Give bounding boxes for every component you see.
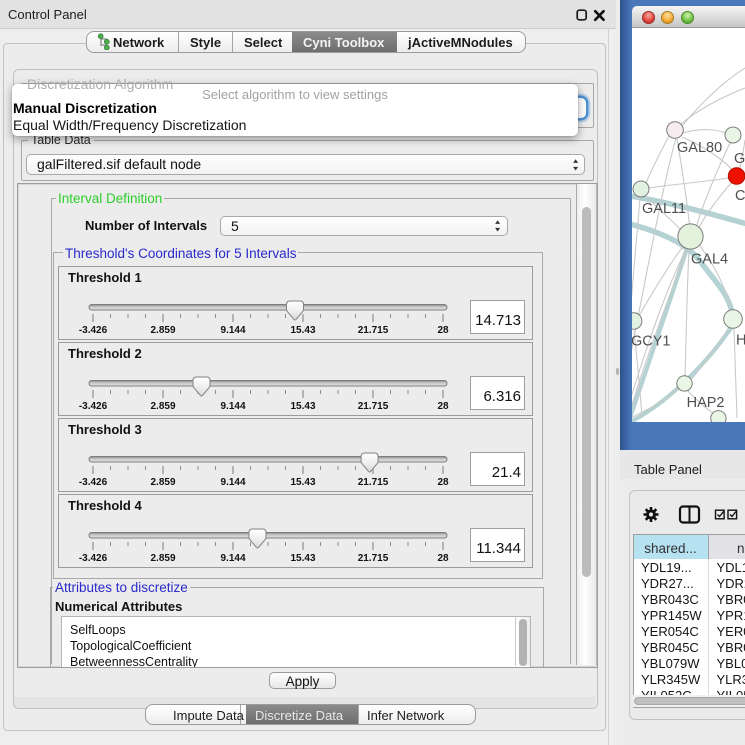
svg-text:C: C (735, 188, 745, 204)
svg-text:9.144: 9.144 (220, 477, 245, 488)
svg-text:9.144: 9.144 (220, 325, 245, 336)
svg-text:2.859: 2.859 (150, 553, 175, 564)
svg-text:28: 28 (437, 553, 449, 564)
svg-text:28: 28 (437, 401, 449, 412)
svg-text:15.43: 15.43 (290, 553, 315, 564)
svg-text:2.859: 2.859 (150, 325, 175, 336)
svg-text:28: 28 (437, 325, 449, 336)
svg-text:15.43: 15.43 (290, 477, 315, 488)
svg-text:21.715: 21.715 (358, 553, 389, 564)
svg-text:-3.426: -3.426 (79, 401, 108, 412)
svg-text:GA: GA (734, 151, 745, 167)
svg-text:GAL80: GAL80 (677, 140, 722, 156)
svg-text:15.43: 15.43 (290, 325, 315, 336)
svg-text:-3.426: -3.426 (79, 553, 108, 564)
svg-text:28: 28 (437, 477, 449, 488)
svg-text:9.144: 9.144 (220, 553, 245, 564)
svg-text:2.859: 2.859 (150, 401, 175, 412)
svg-text:-3.426: -3.426 (79, 477, 108, 488)
svg-text:21.715: 21.715 (358, 325, 389, 336)
svg-text:-3.426: -3.426 (79, 325, 108, 336)
svg-text:GAL4: GAL4 (691, 252, 728, 268)
svg-text:9.144: 9.144 (220, 401, 245, 412)
svg-text:21.715: 21.715 (358, 401, 389, 412)
svg-text:2.859: 2.859 (150, 477, 175, 488)
svg-text:GAL11: GAL11 (642, 201, 686, 217)
svg-text:GCY1: GCY1 (632, 334, 671, 350)
svg-text:HAP2: HAP2 (687, 395, 725, 411)
svg-text:H: H (736, 333, 745, 349)
svg-text:21.715: 21.715 (358, 477, 389, 488)
svg-text:15.43: 15.43 (290, 401, 315, 412)
